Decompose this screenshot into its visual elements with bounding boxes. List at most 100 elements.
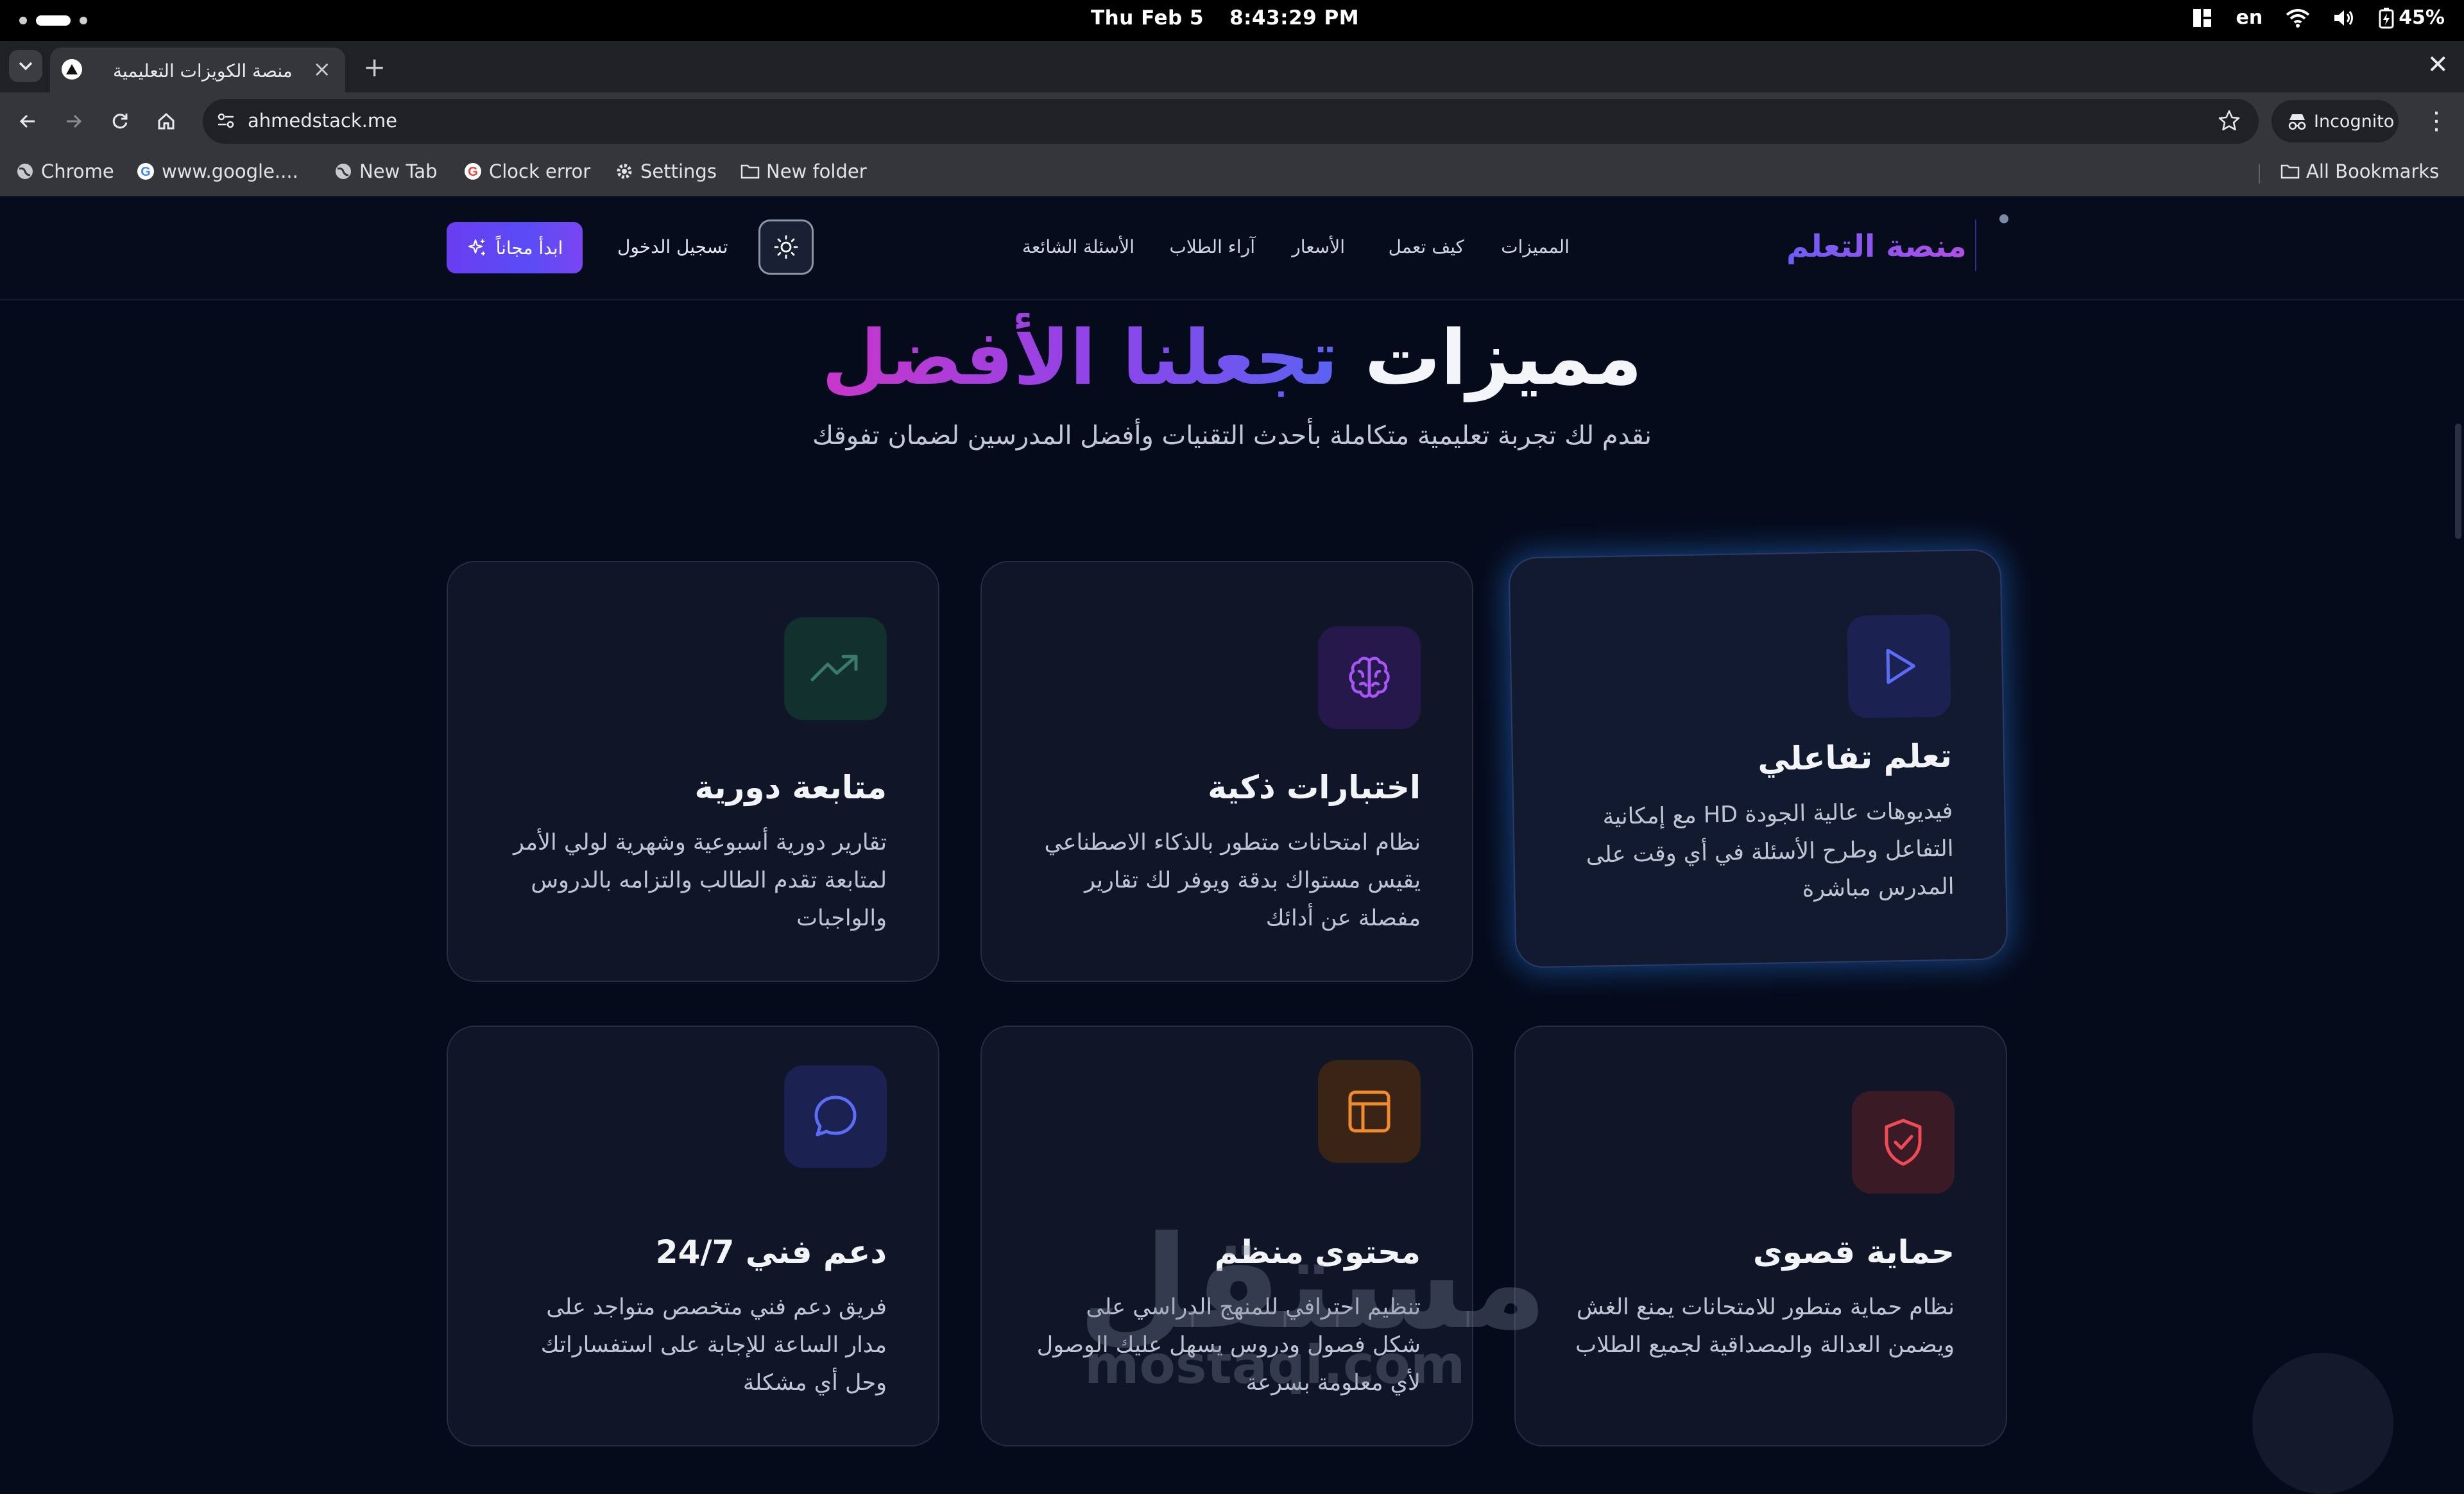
feature-description: فريق دعم فني متخصص متواجد على مدار الساع… xyxy=(540,1294,887,1396)
os-window-dots xyxy=(19,15,87,26)
bookmark-clock-error[interactable]: G Clock error xyxy=(463,160,590,182)
home-button[interactable] xyxy=(151,107,181,136)
all-bookmarks-label: All Bookmarks xyxy=(2306,160,2440,182)
login-link[interactable]: تسجيل الدخول xyxy=(617,236,728,257)
battery-level: 45% xyxy=(2399,6,2445,29)
bookmark-star-icon[interactable] xyxy=(2218,109,2241,135)
os-time: 8:43:29 PM xyxy=(1229,6,1360,30)
site-favicon-icon xyxy=(62,59,82,80)
google-icon: G xyxy=(463,162,483,181)
theme-toggle-button[interactable] xyxy=(758,219,814,275)
nav-link-features[interactable]: المميزات xyxy=(1501,236,1570,257)
address-bar[interactable]: ahmedstack.me xyxy=(203,99,2259,144)
os-tray: en 45% xyxy=(2192,6,2445,29)
feature-title: تعلم تفاعلي xyxy=(1757,737,1953,778)
feature-card-support[interactable]: دعم فني 24/7 فريق دعم فني متخصص متواجد ع… xyxy=(447,1026,939,1447)
incognito-icon xyxy=(2288,114,2306,130)
chevron-down-icon xyxy=(19,62,33,71)
bookmarks-bar: Chrome G www.google.... New Tab G Clock … xyxy=(0,150,2464,197)
battery-indicator[interactable]: 45% xyxy=(2378,6,2445,29)
layout-icon xyxy=(1348,1090,1390,1133)
feature-title: اختبارات ذكية xyxy=(1208,769,1421,806)
volume-icon[interactable] xyxy=(2333,8,2355,28)
feature-description: فيديوهات عالية الجودة HD مع إمكانية التف… xyxy=(1586,798,1955,902)
site-info-icon[interactable] xyxy=(216,110,236,133)
os-clock: Thu Feb 5 8:43:29 PM xyxy=(1091,6,1359,30)
globe-icon xyxy=(15,162,35,181)
os-status-bar: Thu Feb 5 8:43:29 PM en 45% xyxy=(0,0,2464,41)
bookmark-settings[interactable]: Settings xyxy=(615,160,717,182)
back-button[interactable] xyxy=(13,107,42,136)
feature-icon-box xyxy=(1847,614,1951,719)
incognito-indicator[interactable]: Incognito xyxy=(2272,100,2399,142)
bookmark-chrome[interactable]: Chrome xyxy=(15,160,114,182)
feature-icon-box xyxy=(784,1065,887,1168)
site-header: منصة التعلم المميزات كيف تعمل الأسعار آر… xyxy=(0,196,2464,300)
feature-card-interactive-learning[interactable]: تعلم تفاعلي فيديوهات عالية الجودة HD مع … xyxy=(1508,549,2008,968)
trending-up-icon xyxy=(810,655,858,682)
all-bookmarks[interactable]: All Bookmarks xyxy=(2280,160,2439,182)
site-logo[interactable]: منصة التعلم xyxy=(1786,228,1967,264)
watermark-arabic: مستقل xyxy=(1078,1208,1548,1358)
os-language[interactable]: en xyxy=(2236,6,2263,29)
home-icon xyxy=(158,112,175,130)
feature-title: حماية قصوى xyxy=(1752,1233,1955,1271)
nav-link-faq[interactable]: الأسئلة الشائعة xyxy=(1022,236,1134,257)
forward-button[interactable] xyxy=(59,107,89,136)
start-free-button[interactable]: ابدأ مجاناً xyxy=(447,222,583,273)
features-section-subtitle: نقدم لك تجربة تعليمية متكاملة بأحدث التق… xyxy=(812,421,1652,451)
reload-button[interactable] xyxy=(105,107,135,136)
svg-text:G: G xyxy=(141,165,151,179)
browser-toolbar: ahmedstack.me Incognito ⋮ xyxy=(0,92,2464,150)
feature-icon-box xyxy=(1318,626,1421,729)
bookmark-label: New Tab xyxy=(359,160,438,182)
url-text: ahmedstack.me xyxy=(248,110,397,132)
bookmark-google[interactable]: G www.google.... xyxy=(136,160,298,182)
browser-menu-icon[interactable]: ⋮ xyxy=(2424,107,2449,135)
logo-dot xyxy=(1999,214,2008,223)
features-section-title: مميزات تجعلنا الأفضل xyxy=(0,309,2464,406)
bookmarks-separator xyxy=(2259,164,2260,184)
bookmark-label: New folder xyxy=(766,160,867,182)
arrow-right-icon xyxy=(67,114,82,128)
floating-action-button[interactable] xyxy=(2252,1353,2393,1494)
feature-description: نظام امتحانات متطور بالذكاء الاصطناعي يق… xyxy=(1044,830,1421,931)
feature-icon-box xyxy=(1852,1091,1955,1194)
incognito-label: Incognito xyxy=(2314,111,2395,132)
browser-tab-strip: منصة الكويزات التعليمية × + ✕ xyxy=(0,41,2464,92)
tab-title: منصة الكويزات التعليمية xyxy=(113,60,293,82)
arrow-left-icon xyxy=(19,114,35,128)
bookmark-label: Chrome xyxy=(41,160,114,182)
feature-card-maximum-protection[interactable]: حماية قصوى نظام حماية متطور للامتحانات ي… xyxy=(1514,1026,2007,1447)
sun-icon xyxy=(774,235,798,259)
window-close-icon[interactable]: ✕ xyxy=(2427,50,2449,80)
watermark-latin: mostaql.com xyxy=(1084,1335,1466,1396)
wifi-icon[interactable] xyxy=(2286,8,2310,28)
folder-icon xyxy=(2280,162,2300,181)
layout-icon[interactable] xyxy=(2192,8,2212,28)
globe-icon xyxy=(334,162,353,181)
nav-link-testimonials[interactable]: آراء الطلاب xyxy=(1170,236,1256,257)
feature-icon-box xyxy=(784,617,887,720)
browser-tab-active[interactable]: منصة الكويزات التعليمية × xyxy=(50,47,345,92)
feature-title: متابعة دورية xyxy=(694,769,887,806)
feature-card-periodic-followup[interactable]: متابعة دورية تقارير دورية أسبوعية وشهرية… xyxy=(447,561,939,982)
chat-bubble-icon xyxy=(814,1095,857,1137)
bookmark-new-tab[interactable]: New Tab xyxy=(334,160,438,182)
nav-link-pricing[interactable]: الأسعار xyxy=(1292,236,1345,257)
title-gradient: تجعلنا الأفضل xyxy=(821,313,1339,402)
page-scrollbar[interactable] xyxy=(2455,424,2461,539)
bookmark-new-folder[interactable]: New folder xyxy=(740,160,867,182)
reload-icon xyxy=(112,114,128,129)
bookmark-label: Clock error xyxy=(489,160,591,182)
sparkles-icon xyxy=(468,239,485,255)
nav-link-how-it-works[interactable]: كيف تعمل xyxy=(1389,236,1464,257)
brain-icon xyxy=(1349,657,1390,698)
tab-close-icon[interactable]: × xyxy=(313,56,332,82)
new-tab-button[interactable]: + xyxy=(363,51,386,83)
battery-icon xyxy=(2379,7,2394,28)
tab-search-button[interactable] xyxy=(9,50,42,82)
feature-card-smart-exams[interactable]: اختبارات ذكية نظام امتحانات متطور بالذكا… xyxy=(980,561,1473,982)
feature-description: تقارير دورية أسبوعية وشهرية لولي الأمر ل… xyxy=(513,830,887,931)
os-date: Thu Feb 5 xyxy=(1091,6,1204,30)
